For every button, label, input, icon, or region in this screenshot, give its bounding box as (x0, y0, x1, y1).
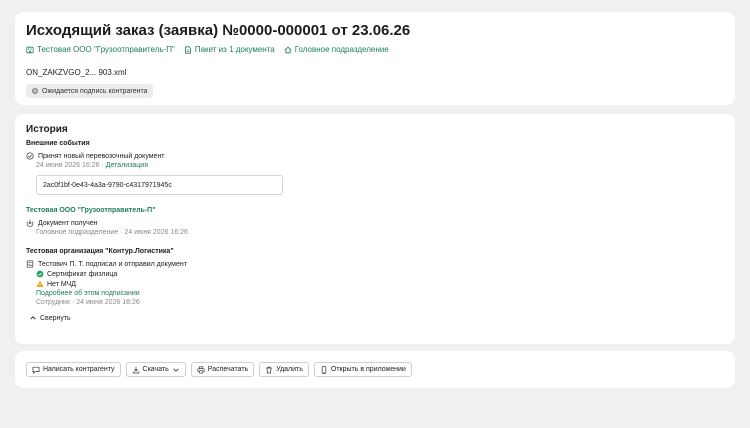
warning-icon (36, 280, 44, 288)
chevron-up-icon (29, 314, 37, 322)
mchd-line: Нет МЧД (36, 280, 724, 288)
home-icon (284, 46, 292, 54)
check-circle-filled-icon (36, 270, 44, 278)
history-title: История (26, 124, 68, 135)
document-hash: 2ac0f1bf-0e43-4a3a-9790-c4317971945c (43, 181, 172, 189)
print-button[interactable]: Распечатать (190, 362, 255, 377)
clock-icon (31, 87, 39, 95)
separator: · (101, 162, 104, 169)
event-line: Принят новый перевозочный документ (26, 152, 724, 160)
write-to-counterparty-label: Написать контрагенту (43, 366, 115, 373)
signing-details-link[interactable]: Подробнее об этом подписании (36, 290, 724, 297)
event-date: 24 июня 2026 16:26 (36, 162, 100, 169)
package-label: Пакет из 1 документа (194, 45, 275, 54)
event-text: Тестович П. Т. подписал и отправил докум… (38, 260, 187, 268)
event-text: Принят новый перевозочный документ (38, 152, 165, 160)
event-line: Тестович П. Т. подписал и отправил докум… (26, 260, 724, 268)
certificate-line: Сертификат физлица (36, 270, 724, 278)
actions-card: Написать контрагенту Скачать Распечатать… (15, 351, 735, 388)
print-label: Распечатать (207, 366, 249, 373)
document-header-card: Исходящий заказ (заявка) №0000-000001 от… (15, 12, 735, 105)
event-meta: Головное подразделение · 24 июня 2026 16… (36, 229, 188, 236)
collapse-button[interactable]: Свернуть (29, 314, 71, 322)
division-label: Головное подразделение (294, 45, 389, 54)
document-meta: Тестовая ООО "Грузоотправитель-П" Пакет … (26, 45, 724, 54)
status-badge: Ожидается подпись контрагента (26, 84, 153, 98)
organization-icon (26, 46, 34, 54)
external-events-label: Внешние события (26, 140, 90, 147)
phone-icon (320, 365, 328, 374)
delete-button[interactable]: Удалить (259, 362, 309, 377)
event-meta: Сотрудник · 24 июня 2026 16:26 (36, 299, 140, 306)
trash-icon (265, 366, 273, 374)
delete-label: Удалить (276, 366, 303, 373)
open-in-app-button[interactable]: Открыть в приложении (313, 362, 412, 377)
download-icon (132, 366, 140, 374)
collapse-label: Свернуть (40, 314, 71, 322)
file-name[interactable]: ON_ZAKZVGO_2... 903.xml (26, 68, 724, 77)
history-event: Документ получен Головное подразделение … (26, 219, 724, 236)
certificate-text: Сертификат физлица (47, 270, 118, 278)
printer-icon (197, 365, 205, 374)
page-title: Исходящий заказ (заявка) №0000-000001 от… (26, 22, 411, 39)
download-circle-icon (26, 219, 34, 227)
check-circle-icon (26, 152, 34, 160)
receiver-organization-label: Тестовая организация "Контур.Логистика" (26, 248, 174, 255)
document-icon (184, 45, 192, 54)
chevron-down-icon (172, 366, 180, 374)
download-label: Скачать (142, 366, 169, 373)
action-toolbar: Написать контрагенту Скачать Распечатать… (26, 362, 724, 377)
organization-name: Тестовая ООО "Грузоотправитель-П" (37, 45, 175, 54)
sender-organization-link[interactable]: Тестовая ООО "Грузоотправитель-П" (26, 207, 724, 214)
history-card: История Внешние события Принят новый пер… (15, 114, 735, 344)
download-button[interactable]: Скачать (125, 362, 186, 377)
mchd-text: Нет МЧД (47, 280, 77, 288)
write-to-counterparty-button[interactable]: Написать контрагенту (26, 362, 121, 377)
history-event: Тестович П. Т. подписал и отправил докум… (26, 260, 724, 306)
history-event: Принят новый перевозочный документ 24 ию… (26, 152, 724, 195)
status-text: Ожидается подпись контрагента (42, 87, 148, 95)
chat-icon (32, 366, 40, 374)
signature-icon (26, 260, 34, 268)
event-line: Документ получен (26, 219, 724, 227)
event-text: Документ получен (38, 219, 98, 227)
organization-link[interactable]: Тестовая ООО "Грузоотправитель-П" (26, 45, 175, 54)
document-hash-field[interactable]: 2ac0f1bf-0e43-4a3a-9790-c4317971945c (36, 175, 283, 195)
event-meta: 24 июня 2026 16:26 · Детализация (36, 162, 724, 169)
details-link[interactable]: Детализация (106, 162, 148, 169)
package-link[interactable]: Пакет из 1 документа (184, 45, 275, 54)
open-in-app-label: Открыть в приложении (330, 366, 406, 373)
division-link[interactable]: Головное подразделение (284, 45, 389, 54)
